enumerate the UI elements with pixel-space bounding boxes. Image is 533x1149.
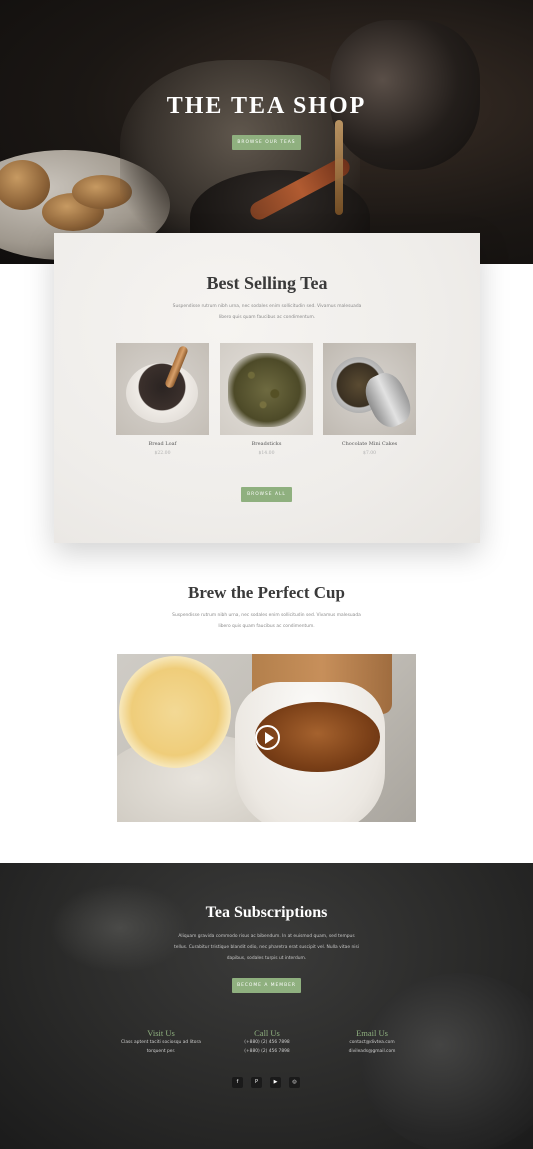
mortar-image	[126, 363, 198, 423]
best-selling-title: Best Selling Tea	[206, 273, 328, 293]
brew-description-line: Suspendisse rutrum nibh urna, nec sodale…	[172, 613, 361, 618]
product-image-leaves[interactable]	[220, 343, 313, 435]
contact-email: Email Us contact@divtea.com divileads@gm…	[312, 1028, 432, 1056]
brew-title: Brew the Perfect Cup	[188, 583, 345, 602]
contact-call: Call Us (+880) (2) 456 7898 (+880) (2) 4…	[207, 1028, 327, 1056]
best-selling-card: Best Selling Tea Suspendisse rutrum nibh…	[54, 233, 480, 543]
product-name[interactable]: Chocolate Mini Cakes	[323, 441, 416, 447]
tea-leaves-image	[228, 353, 306, 427]
social-links: f P ▶ ◎	[232, 1077, 302, 1089]
subscriptions-description-line: tellus. Curabitur tristique blandit odio…	[174, 945, 359, 950]
product-price: $14.00	[258, 451, 275, 456]
product-price: $7.00	[362, 451, 377, 456]
product-name[interactable]: Bread Loaf	[116, 441, 209, 447]
subscriptions-title: Tea Subscriptions	[205, 904, 328, 921]
pinterest-icon[interactable]: P	[251, 1077, 262, 1088]
product-card[interactable]: Chocolate Mini Cakes $7.00	[323, 343, 416, 456]
contact-phone[interactable]: (+880) (2) 456 7898	[207, 1047, 327, 1056]
hero-title: THE TEA SHOP	[166, 93, 367, 119]
product-card[interactable]: Bread Loaf $22.00	[116, 343, 209, 456]
contact-line: Class aptent taciti sociosqu ad litora	[121, 1040, 201, 1045]
facebook-icon[interactable]: f	[232, 1077, 243, 1088]
contact-line: torquent per.	[146, 1049, 176, 1054]
brew-description-line: libero quis quam faucibus ac condimentum…	[218, 624, 315, 629]
become-a-member-button[interactable]: BECOME A MEMBER	[232, 978, 301, 993]
brew-video[interactable]	[117, 654, 416, 822]
contact-email-link[interactable]: divileads@gmail.com	[312, 1047, 432, 1056]
tea-stream-image	[335, 120, 343, 215]
brew-description: Suspendisse rutrum nibh urna, nec sodale…	[0, 610, 533, 632]
hero-section: THE TEA SHOP BROWSE OUR TEAS	[0, 0, 533, 264]
best-selling-description-line: Suspendisse rutrum nibh urna, nec sodale…	[172, 304, 362, 309]
contact-label: Call Us	[254, 1028, 280, 1038]
contact-visit: Visit Us Class aptent taciti sociosqu ad…	[101, 1028, 221, 1056]
subscriptions-description-line: dapibus, sodales turpis ut interdum.	[226, 956, 307, 961]
instagram-icon[interactable]: ◎	[289, 1077, 300, 1088]
product-price: $22.00	[154, 451, 171, 456]
contact-label: Email Us	[356, 1028, 388, 1038]
play-icon[interactable]	[255, 725, 280, 750]
subscriptions-description-line: Aliquam gravida commodo risus ac bibendu…	[178, 934, 355, 939]
lemon-image	[119, 656, 231, 768]
background-kettle-image	[360, 973, 533, 1149]
contact-phone[interactable]: (+880) (2) 456 7898	[207, 1038, 327, 1047]
subscriptions-section: Tea Subscriptions Aliquam gravida commod…	[0, 863, 533, 1149]
product-image-mortar[interactable]	[116, 343, 209, 435]
product-image-tin[interactable]	[323, 343, 416, 435]
product-name[interactable]: Breadsticks	[220, 441, 313, 447]
best-selling-description: Suspendisse rutrum nibh urna, nec sodale…	[54, 301, 480, 323]
contact-label: Visit Us	[147, 1028, 175, 1038]
best-selling-description-line: libero quis quam faucibus ac condimentum…	[218, 315, 316, 320]
subscriptions-description: Aliquam gravida commodo risus ac bibendu…	[0, 931, 533, 964]
browse-all-button[interactable]: BROWSE ALL	[241, 487, 292, 502]
contact-email-link[interactable]: contact@divtea.com	[312, 1038, 432, 1047]
product-card[interactable]: Breadsticks $14.00	[220, 343, 313, 456]
youtube-icon[interactable]: ▶	[270, 1077, 281, 1088]
browse-our-teas-button[interactable]: BROWSE OUR TEAS	[232, 135, 301, 150]
